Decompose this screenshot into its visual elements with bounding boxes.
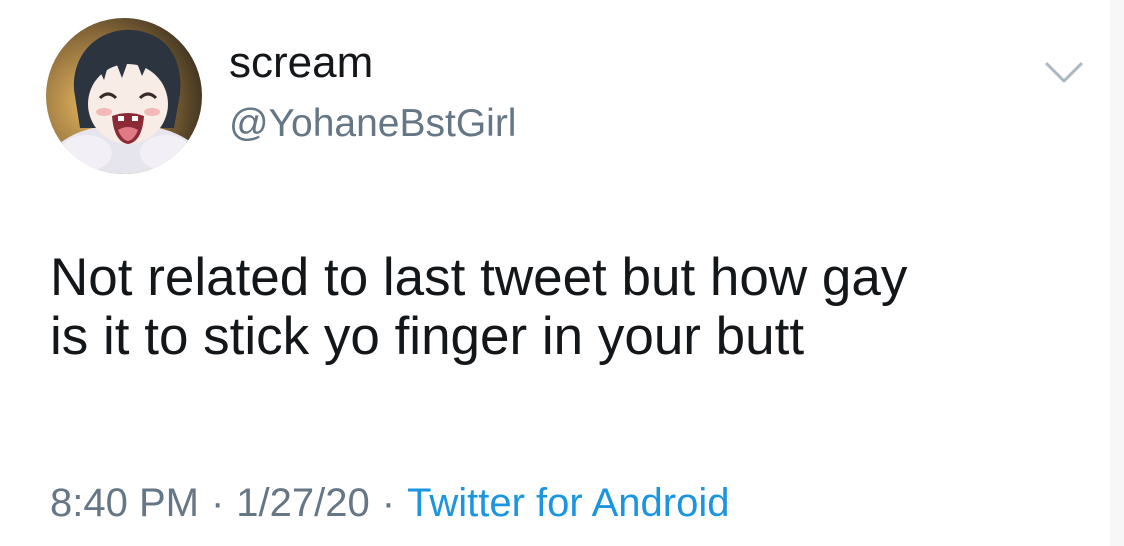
tweet-source-link[interactable]: Twitter for Android [407, 481, 729, 525]
tweet-text-line: is it to stick yo finger in your butt [50, 307, 805, 367]
tweet-time[interactable]: 8:40 PM [50, 481, 199, 525]
chevron-down-icon[interactable] [1044, 60, 1084, 86]
avatar[interactable] [46, 18, 202, 174]
page-edge [1110, 0, 1124, 546]
tweet-text: Not related to last tweet but how gay is… [50, 248, 1090, 367]
user-handle[interactable]: @YohaneBstGirl [229, 104, 516, 143]
display-name[interactable]: scream [229, 41, 373, 85]
meta-separator: · [381, 481, 396, 525]
tweet-date[interactable]: 1/27/20 [236, 481, 369, 525]
tweet-text-line: Not related to last tweet but how gay [50, 248, 908, 307]
meta-separator: · [210, 481, 225, 525]
tweet-meta: 8:40 PM · 1/27/20 · Twitter for Android [50, 483, 729, 523]
anime-girl-avatar-icon [46, 18, 202, 174]
